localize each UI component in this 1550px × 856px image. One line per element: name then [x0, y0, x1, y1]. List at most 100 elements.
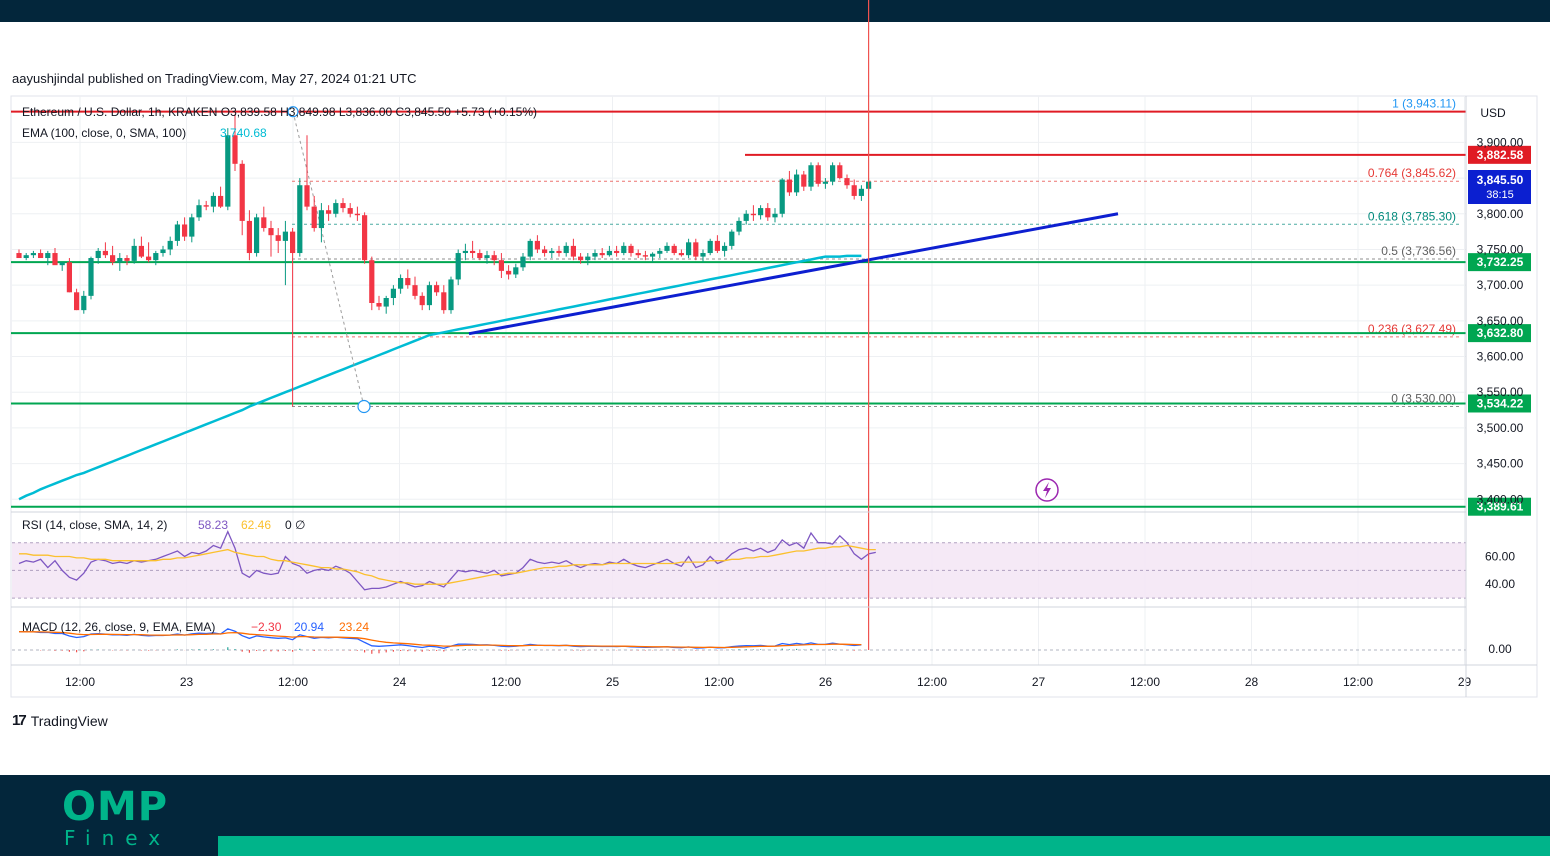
candle-body [628, 245, 634, 254]
candle-body [434, 285, 440, 293]
candle-body [779, 179, 785, 214]
candle-body [657, 250, 663, 254]
candle-body [398, 278, 404, 289]
candle-body [311, 206, 317, 229]
y-tick-label: 3,550.00 [1477, 385, 1524, 399]
y-tick-label: 3,600.00 [1477, 350, 1524, 364]
x-tick-label: 28 [1245, 675, 1259, 689]
legend-rsi-extra: 0 ∅ [285, 518, 305, 532]
y-tick-label: 3,400.00 [1477, 492, 1524, 506]
candle-body [282, 231, 288, 241]
candle-body [369, 260, 375, 303]
candle-body [95, 250, 101, 259]
brand-top: OMP [62, 784, 169, 830]
candle-body [585, 256, 591, 261]
x-tick-label: 27 [1032, 675, 1046, 689]
candle-body [326, 210, 332, 214]
x-tick-label: 12:00 [491, 675, 521, 689]
candle-body [455, 253, 461, 280]
legend-rsi-ma-value: 62.46 [241, 518, 271, 532]
candle-body [830, 165, 836, 182]
candle-body [239, 163, 245, 221]
candle-body [808, 165, 814, 187]
x-tick-label: 12:00 [278, 675, 308, 689]
candle-body [858, 188, 864, 196]
candle-body [347, 208, 353, 214]
candle-body [30, 253, 36, 256]
legend-macd-hist: −2.30 [251, 620, 282, 634]
legend-ema-label: EMA (100, close, 0, SMA, 100) [22, 126, 186, 140]
candle-body [491, 255, 497, 261]
price-chart[interactable]: 1 (3,943.11) 0.764 (3,845.62) 0.618 (3,785… [0, 0, 1550, 780]
candle-body [794, 174, 800, 193]
candle-body [844, 178, 850, 186]
price-label: 3,845.50 38:15 [1468, 170, 1531, 204]
candle-body [578, 256, 584, 261]
candle-body [462, 250, 468, 254]
price-label-value: 3,845.50 [1477, 173, 1524, 187]
candle-body [160, 249, 166, 254]
candle-body [110, 255, 116, 263]
y-tick-label: 3,500.00 [1477, 421, 1524, 435]
candle-body [146, 256, 152, 261]
candle-body [38, 253, 44, 259]
legend-macd-signal: 23.24 [339, 620, 369, 634]
candle-body [362, 215, 368, 261]
footer-stripe [218, 836, 1550, 856]
candle-body [88, 258, 94, 296]
legend-macd-line: 20.94 [294, 620, 324, 634]
candle-body [304, 185, 310, 207]
y-tick-label: 3,700.00 [1477, 278, 1524, 292]
fib-label: 0.764 (3,845.62) [1368, 166, 1456, 180]
candle-body [614, 250, 620, 254]
candle-body [671, 245, 677, 254]
rsi-tick-label: 40.00 [1485, 577, 1515, 591]
candle-body [405, 278, 411, 286]
candle-body [210, 195, 216, 207]
alert-icon[interactable] [1035, 478, 1059, 502]
candle-body [664, 245, 670, 251]
legend-symbol: Ethereum / U.S. Dollar, 1h, KRAKEN O3,83… [22, 105, 537, 119]
candle-body [275, 235, 281, 241]
candle-body [59, 262, 65, 266]
candle-body [203, 205, 209, 207]
candle-body [297, 185, 303, 254]
candle-body [131, 245, 137, 261]
candle-body [722, 245, 728, 251]
candle-body [66, 262, 72, 293]
candle-body [714, 240, 720, 251]
candle-body [520, 256, 526, 268]
candle-body [196, 205, 202, 218]
candle-body [448, 279, 454, 311]
candle-body [218, 195, 224, 207]
tradingview-logo[interactable]: 17 TradingView [12, 712, 108, 729]
candle-body [772, 213, 778, 218]
legend-macd-label: MACD (12, 26, close, 9, EMA, EMA) [22, 620, 215, 634]
candle-body [52, 253, 58, 266]
candle-body [678, 253, 684, 256]
candle-body [534, 240, 540, 250]
candle-body [642, 255, 648, 257]
candle-body [376, 303, 382, 307]
candle-body [153, 253, 159, 261]
candle-body [851, 185, 857, 196]
candle-body [117, 258, 123, 263]
candle-body [412, 285, 418, 296]
currency-label[interactable]: USD [1480, 106, 1506, 120]
y-tick-label: 3,800.00 [1477, 207, 1524, 221]
candle-body [354, 213, 360, 216]
candle-body [261, 217, 267, 229]
candle-body [700, 253, 706, 257]
candle-body [340, 203, 346, 209]
candle-body [599, 253, 605, 256]
omp-finex-logo: OMP Finex [62, 787, 171, 849]
legend-rsi-value: 58.23 [198, 518, 228, 532]
y-tick-label: 3,750.00 [1477, 242, 1524, 256]
fib-label: 0.618 (3,785.30) [1368, 209, 1456, 223]
candle-body [16, 253, 22, 259]
candle-body [390, 288, 396, 299]
x-tick-label: 12:00 [65, 675, 95, 689]
candle-body [506, 270, 512, 275]
candle-body [246, 220, 252, 254]
candle-body [837, 165, 843, 179]
